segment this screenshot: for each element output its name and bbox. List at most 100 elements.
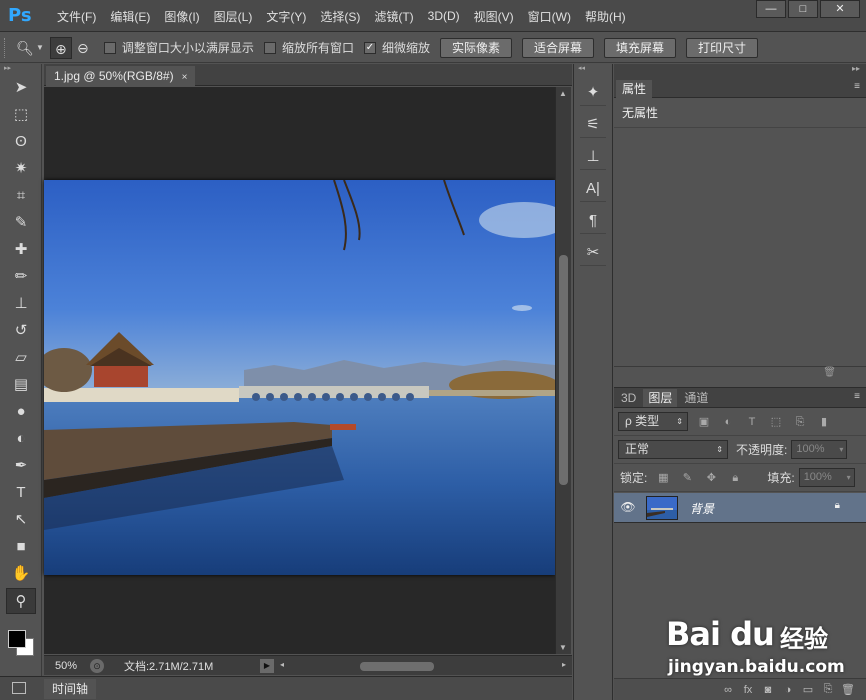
brush-tool-icon[interactable]: ✏ [6,264,36,290]
zoom-all-checkbox[interactable] [263,41,276,54]
type-filter-icon[interactable]: T [744,414,760,430]
horizontal-scroll-thumb[interactable] [360,661,434,671]
delete-layer-icon[interactable]: 🗑︎ [838,683,858,696]
layers-menu-icon[interactable]: ≡ [854,391,860,402]
marquee-tool-icon[interactable]: ⬚ [6,102,36,128]
properties-trash-icon[interactable]: 🗑︎ [614,366,866,384]
tab-layers[interactable]: 图层 [643,389,678,407]
link-layers-icon[interactable]: ∞ [718,684,738,696]
dodge-tool-icon[interactable]: ◐ [6,426,36,452]
panel-menu-icon[interactable]: ≡ [854,81,860,92]
canvas-area[interactable] [44,87,555,654]
history-brush-tool-icon[interactable]: ↺ [6,318,36,344]
properties-collapse-icon[interactable]: ▸▸ [614,64,866,78]
gradient-tool-icon[interactable]: ▤ [6,372,36,398]
magic-wand-tool-icon[interactable]: ✷ [6,156,36,182]
menu-layer[interactable]: 图层(L) [207,8,260,25]
scroll-right-icon[interactable]: ▸ [562,660,566,669]
scrubby-zoom-checkbox[interactable]: ✓ [363,41,376,54]
add-mask-icon[interactable]: ◙ [758,684,778,696]
zoom-out-icon[interactable]: ⊖ [72,37,94,59]
tool-presets-icon[interactable]: ✂ [580,240,606,266]
status-menu-arrow-icon[interactable]: ▶ [260,658,274,673]
options-grip[interactable] [4,37,8,58]
document-image[interactable] [44,180,555,575]
horizontal-scrollbar[interactable]: ◂ ▸ [280,660,566,672]
fit-screen-button[interactable]: 适合屏幕 [521,37,594,58]
scroll-down-icon[interactable]: ▼ [559,643,567,652]
adjustment-filter-icon[interactable]: ◐ [720,414,736,430]
document-tab[interactable]: 1.jpg @ 50%(RGB/8#) × [46,66,196,86]
foreground-color-swatch[interactable] [8,630,26,648]
timeline-tab[interactable]: 时间轴 [44,679,97,699]
minimize-button[interactable]: — [756,0,786,18]
paragraph-icon[interactable]: ¶ [580,208,606,234]
zoom-tool-active-icon[interactable]: ⚲ [6,588,36,614]
adjustment-layer-icon[interactable]: ◑ [778,684,798,696]
lock-position-icon[interactable]: ✥ [703,470,719,486]
close-tab-icon[interactable]: × [182,72,188,83]
lock-image-icon[interactable]: ✎ [679,470,695,486]
lock-transparent-icon[interactable]: ▦ [655,470,671,486]
filter-kind-select[interactable]: ρ 类型 ⇕ [618,412,688,431]
eyedropper-tool-icon[interactable]: ✎ [6,210,36,236]
document-info-icon[interactable]: ⊙ [90,658,104,673]
vertical-scrollbar[interactable]: ▲ ▼ [555,87,571,654]
timeline-icon[interactable] [12,682,26,694]
menu-type[interactable]: 文字(Y) [259,8,313,25]
layer-row-background[interactable]: 👁︎ 背景 🔒︎ [614,493,866,523]
menu-edit[interactable]: 编辑(E) [103,8,157,25]
blend-mode-select[interactable]: 正常 ⇕ [618,440,728,459]
filter-toggle-icon[interactable]: ▮ [816,414,832,430]
healing-brush-tool-icon[interactable]: ✚ [6,237,36,263]
rectangle-tool-icon[interactable]: ■ [6,534,36,560]
shape-filter-icon[interactable]: ⬚ [768,414,784,430]
tab-properties[interactable]: 属性 [616,80,653,98]
clone-source-icon[interactable]: ⊥ [580,144,606,170]
crop-tool-icon[interactable]: ⌗ [6,183,36,209]
menu-help[interactable]: 帮助(H) [578,8,633,25]
resize-windows-checkbox[interactable] [103,41,116,54]
new-layer-icon[interactable]: ⎘ [818,683,838,696]
tab-channels[interactable]: 通道 [679,389,713,407]
lasso-tool-icon[interactable]: ʘ [6,129,36,155]
close-button[interactable]: ✕ [820,0,860,18]
scroll-left-icon[interactable]: ◂ [280,660,284,669]
maximize-button[interactable]: □ [788,0,818,18]
brush-presets-icon[interactable]: ✦ [580,80,606,106]
pen-tool-icon[interactable]: ✒ [6,453,36,479]
eraser-tool-icon[interactable]: ▱ [6,345,36,371]
menu-file[interactable]: 文件(F) [50,8,103,25]
type-tool-icon[interactable]: T [6,480,36,506]
layer-name[interactable]: 背景 [690,500,714,517]
tools-collapse-icon[interactable]: ▸▸ [0,64,41,74]
eye-icon[interactable]: 👁︎ [620,499,636,515]
resize-windows-option[interactable]: 调整窗口大小以满屏显示 [103,39,254,56]
zoom-all-option[interactable]: 缩放所有窗口 [263,39,354,56]
lock-all-icon[interactable]: 🔒︎ [727,470,743,486]
zoom-in-icon[interactable]: ⊕ [49,36,72,59]
blur-tool-icon[interactable]: ● [6,399,36,425]
menu-select[interactable]: 选择(S) [313,8,367,25]
fill-input[interactable]: 100% ▾ [798,468,855,487]
scrubby-zoom-option[interactable]: ✓ 细微缩放 [363,39,430,56]
zoom-level[interactable]: 50% [44,660,90,672]
zoom-tool-icon[interactable]: 🔍︎ [14,37,36,59]
smart-object-filter-icon[interactable]: ⎘ [792,414,808,430]
menu-view[interactable]: 视图(V) [467,8,521,25]
adjustments-icon[interactable]: ⚟ [580,112,606,138]
move-tool-icon[interactable]: ➤ [6,75,36,101]
character-icon[interactable]: A| [580,176,606,202]
pixel-filter-icon[interactable]: ▣ [696,414,712,430]
fill-screen-button[interactable]: 填充屏幕 [604,37,677,58]
actual-pixels-button[interactable]: 实际像素 [439,37,512,58]
path-selection-tool-icon[interactable]: ↖ [6,507,36,533]
menu-filter[interactable]: 滤镜(T) [367,8,420,25]
strip-collapse-icon[interactable]: ◂◂ [574,64,612,74]
print-size-button[interactable]: 打印尺寸 [686,37,759,58]
new-group-icon[interactable]: ▭ [798,683,818,696]
scroll-up-icon[interactable]: ▲ [559,89,567,98]
menu-3d[interactable]: 3D(D) [421,9,467,23]
tab-3d[interactable]: 3D [616,389,641,407]
menu-image[interactable]: 图像(I) [157,8,206,25]
